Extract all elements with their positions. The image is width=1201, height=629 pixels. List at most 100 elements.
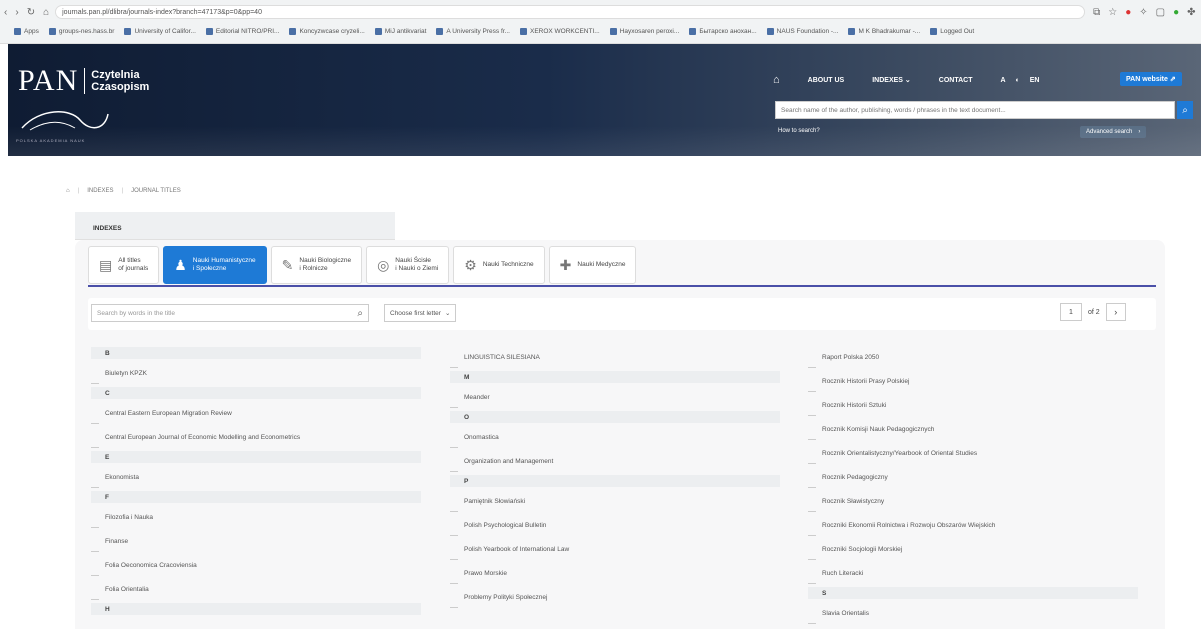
site-header: PAN Czytelnia Czasopism POLSKA AKADEMIA …: [8, 44, 1201, 156]
search-icon[interactable]: ⌕: [357, 308, 363, 319]
logo-divider: [84, 68, 86, 94]
journal-title-link[interactable]: Finanse: [91, 529, 421, 553]
journal-title-link[interactable]: Pamiętnik Słowiański: [450, 489, 780, 513]
journal-title-link[interactable]: Filozofia i Nauka: [91, 505, 421, 529]
journal-title-link[interactable]: Central European Journal of Economic Mod…: [91, 425, 421, 449]
letter-divider: H: [91, 603, 421, 615]
journal-title-link[interactable]: Meander: [450, 385, 780, 409]
journal-title-link[interactable]: Polish Yearbook of International Law: [450, 537, 780, 561]
tab-category-1[interactable]: ♟ Nauki Humanistyczne i Społeczne: [163, 246, 267, 284]
journal-title-link[interactable]: Raport Polska 2050: [808, 345, 1138, 369]
journal-title-link[interactable]: Ekonomista: [91, 465, 421, 489]
category-tabs: ▤ All titles of journals ♟ Nauki Humanistycz…: [88, 246, 637, 284]
bookmark-item[interactable]: Logged Out: [930, 27, 974, 35]
search-icon[interactable]: ⌕: [1177, 101, 1193, 119]
back-icon[interactable]: ‹: [4, 7, 7, 18]
bookmark-item[interactable]: University of Califor...: [124, 27, 196, 35]
first-letter-select[interactable]: Choose first letter ⌄: [384, 304, 457, 322]
bookmark-label: Editorial NITRO/PRI...: [215, 27, 280, 35]
journal-title-link[interactable]: Roczniki Socjologii Morskiej: [808, 537, 1138, 561]
first-letter-label: Choose first letter: [390, 309, 441, 317]
tab-label: Nauki Ścisłe i Nauki o Ziemi: [395, 257, 438, 273]
forward-icon[interactable]: ›: [15, 7, 18, 18]
status-icon[interactable]: ●: [1173, 7, 1179, 18]
pan-website-button[interactable]: PAN website ⇗: [1120, 72, 1182, 86]
translate-icon[interactable]: ⧉: [1093, 7, 1100, 18]
header-search-input[interactable]: [776, 102, 1174, 118]
how-to-search-link[interactable]: How to search?: [778, 128, 820, 134]
advanced-search-button[interactable]: Advanced search ›: [1080, 126, 1147, 138]
journal-title-link[interactable]: Ruch Literacki: [808, 561, 1138, 585]
journal-title-link[interactable]: Folia Oeconomica Cracoviensia: [91, 553, 421, 577]
tab-category-2[interactable]: ✎ Nauki Biologiczne i Rolnicze: [270, 246, 363, 284]
bookmark-item[interactable]: Koncyzwcase cryzeli...: [289, 27, 365, 35]
journal-title-link[interactable]: Organization and Management: [450, 449, 780, 473]
tab-category-4[interactable]: ⚙ Nauki Techniczne: [453, 246, 545, 284]
journal-title-link[interactable]: Roczniki Ekonomii Rolnictwa i Rozwoju Ob…: [808, 513, 1138, 537]
bookmark-favicon-icon: [436, 27, 444, 35]
title-search-input[interactable]: Search by words in the title ⌕: [91, 304, 369, 322]
bookmark-label: MiJ antikvariat: [384, 27, 427, 35]
journal-title-link[interactable]: Onomastica: [450, 425, 780, 449]
pagination: 1 of 2 ›: [1060, 303, 1126, 321]
bookmark-item[interactable]: Editorial NITRO/PRI...: [205, 27, 280, 35]
bookmark-item[interactable]: A University Press fr...: [436, 27, 510, 35]
tab-label: Nauki Humanistyczne i Społeczne: [193, 257, 256, 273]
bookmark-item[interactable]: groups-nes.hass.br: [48, 27, 114, 35]
bookmark-item[interactable]: M K Bhadrakumar -...: [848, 27, 920, 35]
adblock-icon[interactable]: ●: [1125, 7, 1131, 18]
tab-category-0[interactable]: ▤ All titles of journals: [88, 246, 160, 284]
puzzle-icon[interactable]: ✤: [1187, 7, 1195, 18]
letter-divider: C: [91, 387, 421, 399]
bookmark-item[interactable]: NAUS Foundation -...: [766, 27, 838, 35]
language-switch[interactable]: EN: [1030, 77, 1040, 84]
bookmark-item[interactable]: XEROX WORKCENTI...: [519, 27, 600, 35]
journal-title-link[interactable]: Rocznik Komisji Nauk Pedagogicznych: [808, 417, 1138, 441]
breadcrumb-indexes[interactable]: INDEXES: [87, 188, 113, 194]
site-logo[interactable]: PAN Czytelnia Czasopism: [18, 64, 149, 98]
extension-icon[interactable]: ✧: [1139, 7, 1147, 18]
filter-bar: Search by words in the title ⌕ Choose fi…: [88, 298, 1156, 330]
bookmark-item[interactable]: Бытарско aнoxaн...: [689, 27, 757, 35]
font-size-toggle[interactable]: A: [1000, 77, 1005, 84]
journal-title-link[interactable]: Central Eastern European Migration Revie…: [91, 401, 421, 425]
journal-title-link[interactable]: Biuletyn KPZK: [91, 361, 421, 385]
home-icon[interactable]: ⌂: [43, 7, 49, 18]
journal-title-link[interactable]: Rocznik Orientalistyczny/Yearbook of Ori…: [808, 441, 1138, 465]
journal-title-link[interactable]: Rocznik Historii Prasy Polskiej: [808, 369, 1138, 393]
journal-title-link[interactable]: Problemy Polityki Społecznej: [450, 585, 780, 609]
window-icon[interactable]: ▢: [1156, 7, 1165, 18]
tab-category-3[interactable]: ◎ Nauki Ścisłe i Nauki o Ziemi: [366, 246, 450, 284]
letter-divider: E: [91, 451, 421, 463]
tab-category-5[interactable]: ✚ Nauki Medyczne: [548, 246, 637, 284]
breadcrumb-home-icon[interactable]: ⌂: [66, 188, 70, 194]
tab-label-line2: i Nauki o Ziemi: [395, 265, 439, 272]
bookmark-item[interactable]: MiJ antikvariat: [374, 27, 427, 35]
reload-icon[interactable]: ↻: [27, 7, 35, 18]
home-nav-icon[interactable]: ⌂: [773, 74, 780, 86]
journal-title-link[interactable]: Folia Orientalia: [91, 577, 421, 601]
next-page-button[interactable]: ›: [1105, 303, 1126, 321]
journal-title-link[interactable]: Prawo Morskie: [450, 561, 780, 585]
page-total: of 2: [1088, 308, 1100, 316]
nav-indexes[interactable]: INDEXES ⌄: [872, 76, 911, 84]
journal-title-link[interactable]: Slavia Orientalis: [808, 601, 1138, 625]
journal-column-2: LINGUISTICA SILESIANA M Meander O Onomastica…: [450, 345, 780, 609]
url-bar[interactable]: journals.pan.pl/dlibra/journals-index?br…: [55, 5, 1086, 19]
journal-title-link[interactable]: LINGUISTICA SILESIANA: [450, 345, 780, 369]
tab-label-line2: i Społeczne: [192, 265, 227, 272]
bookmark-favicon-icon: [124, 27, 132, 35]
nav-contact[interactable]: CONTACT: [939, 77, 973, 84]
journal-title-link[interactable]: Polish Psychological Bulletin: [450, 513, 780, 537]
nav-about-us[interactable]: ABOUT US: [808, 77, 845, 84]
bookmark-item[interactable]: Hayxosaren peroxi...: [609, 27, 679, 35]
contrast-toggle[interactable]: ◐: [1016, 77, 1020, 84]
page-number-input[interactable]: 1: [1060, 303, 1082, 321]
journal-title-link[interactable]: Rocznik Pedagogiczny: [808, 465, 1138, 489]
journal-title-link[interactable]: Rocznik Sławistyczny: [808, 489, 1138, 513]
category-icon: ♟: [174, 257, 187, 273]
star-icon[interactable]: ☆: [1108, 7, 1117, 18]
category-icon: ✚: [559, 257, 572, 273]
bookmark-item[interactable]: Apps: [14, 27, 39, 35]
journal-title-link[interactable]: Rocznik Historii Sztuki: [808, 393, 1138, 417]
